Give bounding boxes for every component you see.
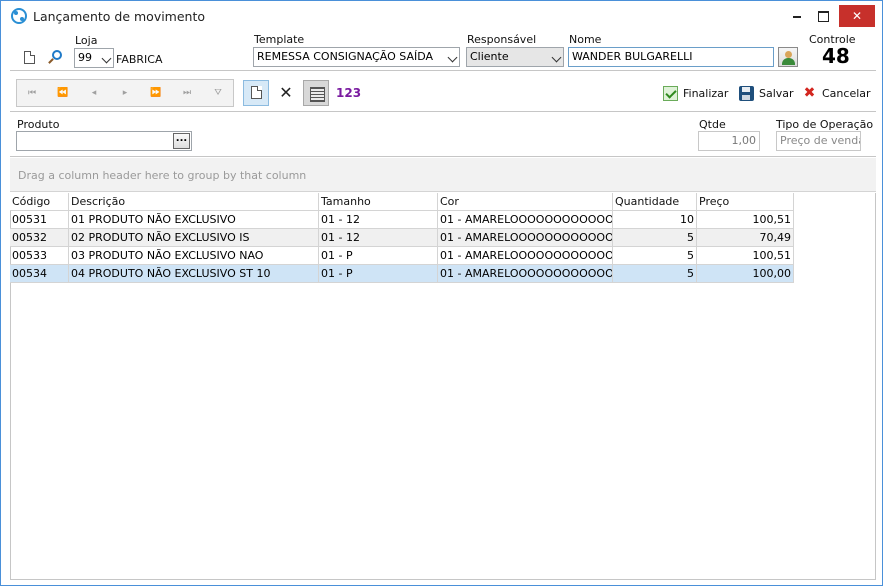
next-record-icon[interactable]: ▸ bbox=[118, 86, 132, 100]
quantidade-cell[interactable]: 10 bbox=[613, 211, 697, 229]
app-window: Lançamento de movimento ✕ Loja 99 FABRIC… bbox=[0, 0, 883, 586]
quantidade-cell[interactable]: 5 bbox=[613, 265, 697, 283]
codigo-cell[interactable]: 00533 bbox=[10, 247, 69, 265]
chevron-down-icon bbox=[101, 53, 112, 64]
produto-label: Produto bbox=[17, 118, 60, 131]
group-by-panel[interactable]: Drag a column header here to group by th… bbox=[10, 158, 876, 192]
quantidade-cell[interactable]: 5 bbox=[613, 247, 697, 265]
tipo-operacao-input[interactable]: Preço de venda bbox=[776, 131, 861, 151]
nome-label: Nome bbox=[569, 33, 602, 46]
preco-cell[interactable]: 100,51 bbox=[697, 211, 794, 229]
descricao-cell[interactable]: 02 PRODUTO NÃO EXCLUSIVO IS bbox=[69, 229, 319, 247]
preco-cell[interactable]: 70,49 bbox=[697, 229, 794, 247]
cor-cell[interactable]: 01 - AMARELOOOOOOOOOOOOOOOO bbox=[438, 265, 613, 283]
close-button[interactable]: ✕ bbox=[839, 5, 875, 27]
loja-name: FABRICA bbox=[116, 53, 163, 66]
template-select[interactable]: REMESSA CONSIGNAÇÃO SAÍDA bbox=[253, 47, 460, 67]
loja-label: Loja bbox=[75, 34, 98, 47]
next-page-icon[interactable]: ⏩ bbox=[149, 86, 163, 100]
divider bbox=[10, 70, 876, 71]
new-item-button[interactable] bbox=[243, 80, 269, 106]
descricao-cell[interactable]: 01 PRODUTO NÃO EXCLUSIVO bbox=[69, 211, 319, 229]
new-document-icon bbox=[251, 86, 262, 99]
new-document-icon[interactable] bbox=[24, 51, 35, 64]
preco-cell[interactable]: 100,51 bbox=[697, 247, 794, 265]
responsavel-label: Responsável bbox=[467, 33, 537, 46]
loja-select[interactable]: 99 bbox=[74, 48, 114, 68]
tamanho-cell[interactable]: 01 - 12 bbox=[319, 211, 438, 229]
record-navigator: ⏮ ⏪ ◂ ▸ ⏩ ⏭ ⛛ bbox=[16, 79, 234, 107]
codigo-cell[interactable]: 00531 bbox=[10, 211, 69, 229]
prev-record-icon[interactable]: ◂ bbox=[87, 86, 101, 100]
prev-page-icon[interactable]: ⏪ bbox=[56, 86, 70, 100]
produto-input[interactable] bbox=[16, 131, 192, 151]
cor-cell[interactable]: 01 - AMARELOOOOOOOOOOOOOOOO bbox=[438, 247, 613, 265]
person-lookup-icon[interactable] bbox=[778, 47, 798, 67]
preco-cell[interactable]: 100,00 bbox=[697, 265, 794, 283]
responsavel-select[interactable]: Cliente bbox=[466, 47, 564, 67]
search-icon[interactable] bbox=[52, 50, 62, 60]
tamanho-header[interactable]: Tamanho bbox=[319, 193, 438, 211]
descricao-cell[interactable]: 04 PRODUTO NÃO EXCLUSIVO ST 10 bbox=[69, 265, 319, 283]
last-record-icon[interactable]: ⏭ bbox=[180, 86, 194, 100]
item-count: 123 bbox=[336, 86, 362, 100]
minimize-button[interactable] bbox=[783, 5, 811, 27]
divider bbox=[10, 156, 876, 157]
codigo-header[interactable]: Código bbox=[10, 193, 69, 211]
group-by-hint: Drag a column header here to group by th… bbox=[18, 169, 307, 182]
qtde-input[interactable]: 1,00 bbox=[698, 131, 760, 151]
cancelar-button[interactable]: ✖ Cancelar bbox=[802, 85, 871, 103]
chevron-down-icon bbox=[551, 52, 562, 63]
salvar-button[interactable]: Salvar bbox=[739, 85, 794, 103]
responsavel-select-value: Cliente bbox=[470, 50, 509, 63]
filter-icon[interactable]: ⛛ bbox=[211, 86, 225, 100]
tamanho-cell[interactable]: 01 - P bbox=[319, 265, 438, 283]
codigo-cell[interactable]: 00532 bbox=[10, 229, 69, 247]
tipo-operacao-label: Tipo de Operação bbox=[776, 118, 874, 131]
save-icon bbox=[739, 86, 754, 101]
nome-input[interactable]: WANDER BULGARELLI bbox=[568, 47, 774, 67]
first-record-icon[interactable]: ⏮ bbox=[25, 86, 39, 100]
codigo-cell[interactable]: 00534 bbox=[10, 265, 69, 283]
quantidade-header[interactable]: Quantidade bbox=[613, 193, 697, 211]
maximize-button[interactable] bbox=[809, 5, 837, 27]
template-label: Template bbox=[254, 33, 305, 46]
produto-lookup-button[interactable]: ... bbox=[173, 133, 190, 149]
calculator-button[interactable] bbox=[303, 80, 329, 106]
qtde-label: Qtde bbox=[699, 118, 726, 131]
finalizar-button[interactable]: Finalizar bbox=[663, 85, 728, 103]
divider bbox=[10, 111, 876, 112]
title-bar: Lançamento de movimento ✕ bbox=[1, 1, 882, 32]
cor-cell[interactable]: 01 - AMARELOOOOOOOOOOOOOOOO bbox=[438, 229, 613, 247]
app-logo-icon bbox=[11, 8, 27, 24]
tamanho-cell[interactable]: 01 - P bbox=[319, 247, 438, 265]
controle-value: 48 bbox=[822, 44, 850, 68]
check-icon bbox=[663, 86, 678, 101]
salvar-label: Salvar bbox=[759, 87, 794, 100]
preco-header[interactable]: Preço bbox=[697, 193, 794, 211]
cor-header[interactable]: Cor bbox=[438, 193, 613, 211]
template-select-value: REMESSA CONSIGNAÇÃO SAÍDA bbox=[257, 50, 434, 63]
loja-select-value: 99 bbox=[78, 51, 92, 64]
descricao-cell[interactable]: 03 PRODUTO NÃO EXCLUSIVO NAO bbox=[69, 247, 319, 265]
cor-cell[interactable]: 01 - AMARELOOOOOOOOOOOOOOOO bbox=[438, 211, 613, 229]
window-title: Lançamento de movimento bbox=[33, 9, 206, 24]
finalizar-label: Finalizar bbox=[683, 87, 729, 100]
descricao-header[interactable]: Descrição bbox=[69, 193, 319, 211]
chevron-down-icon bbox=[447, 52, 458, 63]
cancelar-label: Cancelar bbox=[822, 87, 871, 100]
tamanho-cell[interactable]: 01 - 12 bbox=[319, 229, 438, 247]
quantidade-cell[interactable]: 5 bbox=[613, 229, 697, 247]
cancel-icon: ✖ bbox=[803, 85, 816, 101]
delete-item-button[interactable]: ✕ bbox=[273, 80, 299, 106]
